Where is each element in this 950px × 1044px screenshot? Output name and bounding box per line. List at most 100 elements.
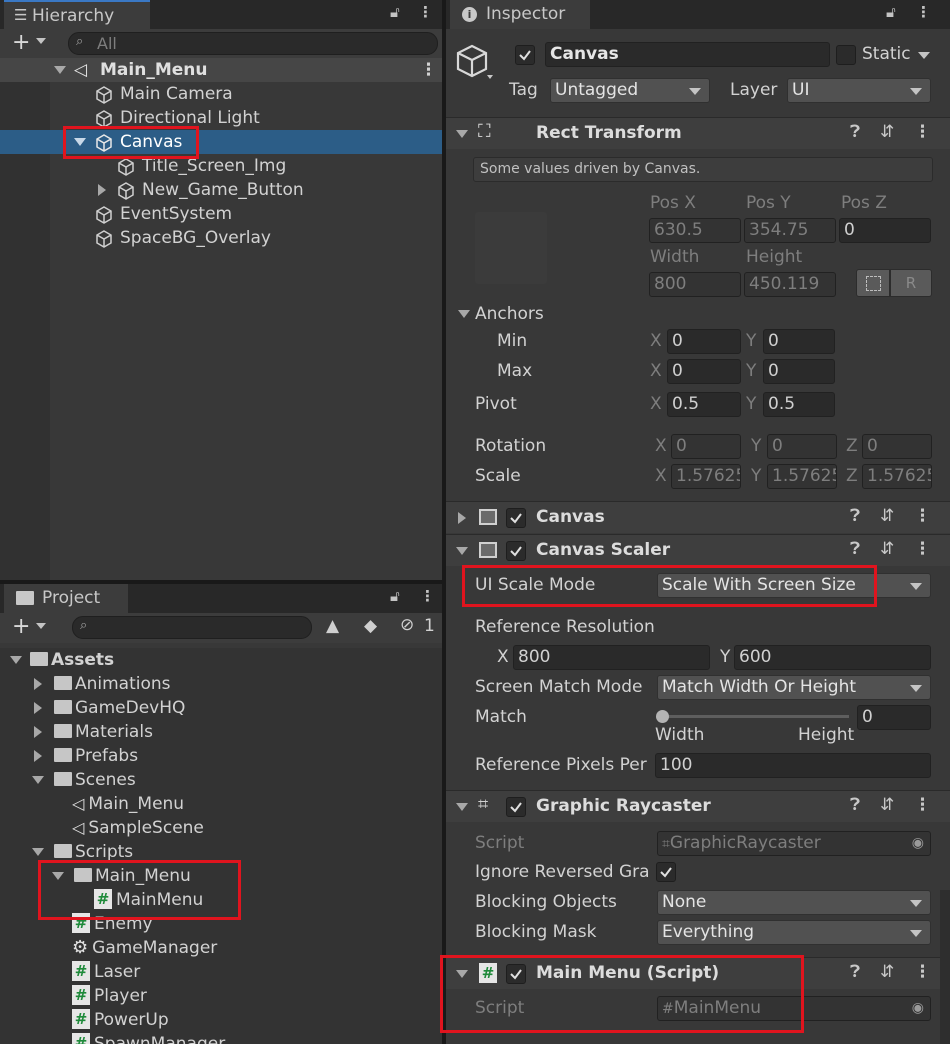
hierarchy-item[interactable]: SpaceBG_Overlay xyxy=(0,226,442,250)
lock-icon[interactable]: 🔓︎ xyxy=(390,587,400,605)
scale-x-field[interactable]: 1.57625 xyxy=(671,464,741,489)
project-search-input[interactable]: ⌕ xyxy=(72,616,312,639)
match-value-field[interactable]: 0 xyxy=(857,705,931,730)
tree-item[interactable]: Materials xyxy=(0,720,442,744)
reference-pixels-field[interactable]: 100 xyxy=(655,753,931,778)
filter-by-type-icon[interactable]: ▲ xyxy=(326,616,339,636)
tag-dropdown[interactable]: Untagged xyxy=(550,78,710,103)
expand-arrow-icon[interactable] xyxy=(456,547,468,555)
scale-y-field[interactable]: 1.57625 xyxy=(767,464,837,489)
pos-z-field[interactable]: 0 xyxy=(839,218,931,243)
more-menu-icon[interactable]: ⋮ xyxy=(418,3,433,21)
expand-arrow-icon[interactable] xyxy=(34,702,42,714)
expand-arrow-icon[interactable] xyxy=(456,803,468,811)
hidden-packages-icon[interactable]: ⊘ xyxy=(400,615,414,635)
preset-icon[interactable]: ⇵ xyxy=(880,122,907,142)
pos-x-field[interactable]: 630.5 xyxy=(649,218,741,243)
tree-item[interactable]: ⚙ GameManager xyxy=(0,936,442,960)
blocking-objects-dropdown[interactable]: None xyxy=(657,890,931,915)
screen-match-mode-dropdown[interactable]: Match Width Or Height xyxy=(657,675,931,700)
tree-item[interactable]: Scenes xyxy=(0,768,442,792)
expand-arrow-icon[interactable] xyxy=(456,130,468,138)
anchor-min-x-field[interactable]: 0 xyxy=(667,329,741,354)
component-menu-icon[interactable]: ⋮ xyxy=(914,122,944,142)
expand-arrow-icon[interactable] xyxy=(98,184,106,196)
expand-arrow-icon[interactable] xyxy=(34,726,42,738)
object-picker-icon[interactable]: ◉ xyxy=(912,997,924,1020)
anchor-min-y-field[interactable]: 0 xyxy=(763,329,835,354)
anchor-presets-button[interactable] xyxy=(475,212,547,284)
graphic-raycaster-enabled-checkbox[interactable] xyxy=(506,797,526,817)
reference-x-field[interactable]: 800 xyxy=(513,645,710,670)
rotation-z-field[interactable]: 0 xyxy=(862,434,932,459)
tree-item[interactable]: # Laser xyxy=(0,960,442,984)
anchors-expand-arrow-icon[interactable] xyxy=(458,310,470,318)
expand-arrow-icon[interactable] xyxy=(32,776,44,784)
help-icon[interactable]: ❓︎ xyxy=(850,122,873,142)
lock-icon[interactable]: 🔓︎ xyxy=(886,3,896,21)
add-icon[interactable]: + xyxy=(12,30,30,55)
tree-item-assets[interactable]: Assets xyxy=(0,648,442,672)
more-menu-icon[interactable]: ⋮ xyxy=(916,3,931,21)
help-icon[interactable]: ❓︎ xyxy=(850,795,873,815)
match-slider-track[interactable] xyxy=(663,715,849,718)
scene-menu-icon[interactable]: ⋮ xyxy=(420,58,437,82)
canvas-enabled-checkbox[interactable] xyxy=(506,508,526,528)
pos-y-field[interactable]: 354.75 xyxy=(744,218,836,243)
expand-arrow-icon[interactable] xyxy=(32,848,44,856)
scene-row[interactable]: ◁ Main_Menu ⋮ xyxy=(0,58,442,82)
graphic-raycaster-header[interactable]: ⌗ Graphic Raycaster ❓︎ ⇵ ⋮ xyxy=(446,790,950,822)
object-picker-icon[interactable]: ◉ xyxy=(912,832,924,855)
tree-item[interactable]: # Player xyxy=(0,984,442,1008)
expand-arrow-icon[interactable] xyxy=(54,66,66,74)
blueprint-mode-button[interactable] xyxy=(856,269,890,297)
canvas-component-header[interactable]: Canvas ❓︎ ⇵ ⋮ xyxy=(446,501,950,533)
rotation-y-field[interactable]: 0 xyxy=(767,434,837,459)
help-icon[interactable]: ❓︎ xyxy=(850,539,873,559)
expand-arrow-icon[interactable] xyxy=(34,750,42,762)
scale-z-field[interactable]: 1.57625 xyxy=(862,464,932,489)
project-tab[interactable]: Project xyxy=(4,584,128,613)
graphic-raycaster-script-field[interactable]: ⌗GraphicRaycaster ◉ xyxy=(657,831,931,856)
reference-y-field[interactable]: 600 xyxy=(734,645,931,670)
component-menu-icon[interactable]: ⋮ xyxy=(914,539,944,559)
pivot-x-field[interactable]: 0.5 xyxy=(667,392,741,417)
component-menu-icon[interactable]: ⋮ xyxy=(914,795,944,815)
preset-icon[interactable]: ⇵ xyxy=(880,506,907,526)
match-slider-thumb[interactable] xyxy=(656,710,669,723)
static-checkbox[interactable] xyxy=(836,45,856,65)
preset-icon[interactable]: ⇵ xyxy=(880,962,907,982)
height-field[interactable]: 450.119 xyxy=(744,272,836,297)
chevron-down-icon[interactable] xyxy=(918,52,930,59)
blocking-mask-dropdown[interactable]: Everything xyxy=(657,920,931,945)
tree-item[interactable]: # PowerUp xyxy=(0,1008,442,1032)
component-menu-icon[interactable]: ⋮ xyxy=(914,506,944,526)
help-icon[interactable]: ❓︎ xyxy=(850,962,873,982)
ignore-reversed-checkbox[interactable] xyxy=(656,862,676,882)
rotation-x-field[interactable]: 0 xyxy=(671,434,741,459)
expand-arrow-icon[interactable] xyxy=(10,656,22,664)
width-field[interactable]: 800 xyxy=(649,272,741,297)
tree-item[interactable]: # SpawnManager xyxy=(0,1032,442,1044)
tree-item[interactable]: GameDevHQ xyxy=(0,696,442,720)
canvas-scaler-enabled-checkbox[interactable] xyxy=(506,541,526,561)
lock-icon[interactable]: 🔓︎ xyxy=(390,3,400,21)
hierarchy-tab[interactable]: ☰ Hierarchy xyxy=(4,0,150,29)
gameobject-large-icon[interactable] xyxy=(454,42,494,82)
anchor-max-x-field[interactable]: 0 xyxy=(667,359,741,384)
active-checkbox[interactable] xyxy=(515,45,535,65)
expand-arrow-icon[interactable] xyxy=(34,678,42,690)
hierarchy-item[interactable]: New_Game_Button xyxy=(0,178,442,202)
tree-item[interactable]: Animations xyxy=(0,672,442,696)
pivot-y-field[interactable]: 0.5 xyxy=(763,392,835,417)
chevron-down-icon[interactable] xyxy=(36,623,46,629)
add-icon[interactable]: + xyxy=(12,614,30,639)
filter-by-label-icon[interactable]: ◆ xyxy=(364,616,377,636)
tree-item[interactable]: ◁ Main_Menu xyxy=(0,792,442,816)
raw-edit-button[interactable]: R xyxy=(890,269,932,297)
object-name-field[interactable]: Canvas xyxy=(545,42,830,67)
expand-arrow-icon[interactable] xyxy=(458,512,466,524)
tree-item[interactable]: ◁ SampleScene xyxy=(0,816,442,840)
layer-dropdown[interactable]: UI xyxy=(787,78,931,103)
inspector-scrollbar[interactable] xyxy=(940,890,950,1044)
